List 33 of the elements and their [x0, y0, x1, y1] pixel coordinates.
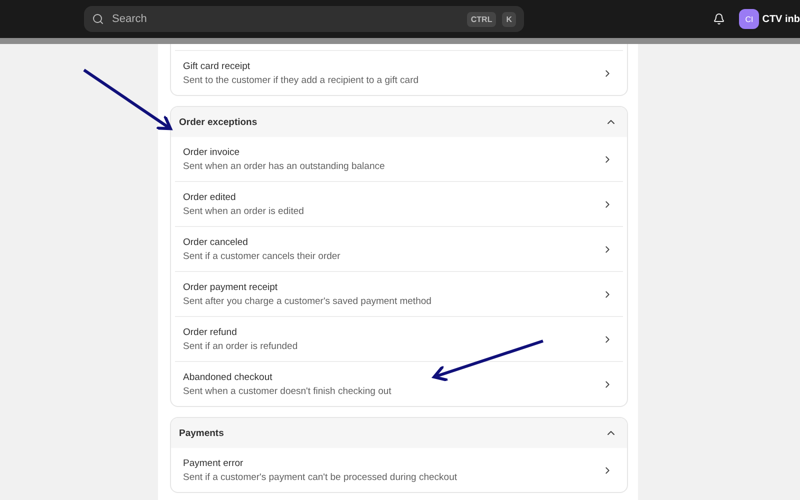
notification-description: Sent when an order has an outstanding balance: [183, 160, 386, 172]
notification-row[interactable]: Payment error Sent if a customer's payment can't be processed during checkout: [175, 448, 623, 492]
search-bar[interactable]: Search CTRL K: [84, 6, 524, 32]
notification-name: Order canceled: [183, 236, 249, 248]
notification-row[interactable]: Gift card receipt Sent to the customer if they add a recipient to a gift card: [175, 51, 623, 95]
shortcut-key: K: [502, 12, 516, 26]
notification-description: Sent if a customer's payment can't be processed during checkout: [183, 472, 458, 482]
notification-description: Sent if a customer cancels their order: [183, 250, 342, 262]
notification-row[interactable]: Abandoned checkout Sent when a customer doesn't finish checking out: [175, 361, 623, 406]
notification-name: Order edited: [183, 192, 237, 202]
bell-icon[interactable]: [713, 13, 726, 25]
notification-row[interactable]: Order invoice Sent when an order has an outstanding balance: [175, 137, 623, 181]
notification-description: Sent if an order is refunded: [183, 340, 299, 352]
notification-row[interactable]: Order edited Sent when an order is edited: [175, 181, 623, 226]
notification-name: Order payment receipt: [183, 282, 279, 292]
notification-name: Order invoice: [183, 146, 240, 158]
notification-description: Sent to the customer if they add a recipient to a gift card: [183, 74, 420, 86]
section-header[interactable]: Payments: [171, 418, 627, 448]
store-name[interactable]: CTV inb: [762, 14, 800, 24]
notification-row[interactable]: Order refund Sent if an order is refunded: [175, 316, 623, 361]
notification-name: Payment error: [183, 458, 244, 468]
notification-name: Gift card receipt: [183, 60, 252, 72]
notification-name: Order refund: [183, 326, 238, 338]
search-icon: [92, 13, 104, 25]
notification-description: Sent when an order is edited: [183, 206, 305, 216]
shortcut-key: CTRL: [466, 12, 496, 26]
notification-description: Sent when a customer doesn't finish checking out: [183, 386, 392, 396]
search-input[interactable]: Search: [110, 12, 461, 26]
notification-description: Sent after you charge a customer's saved payment method: [183, 296, 432, 306]
notification-name: Abandoned checkout: [183, 372, 274, 382]
notification-row[interactable]: Order payment receipt Sent after you charge a customer's saved payment method: [175, 271, 623, 316]
section-header[interactable]: Order exceptions: [171, 107, 627, 137]
notification-row[interactable]: Order canceled Sent if a customer cancels their order: [175, 226, 623, 271]
